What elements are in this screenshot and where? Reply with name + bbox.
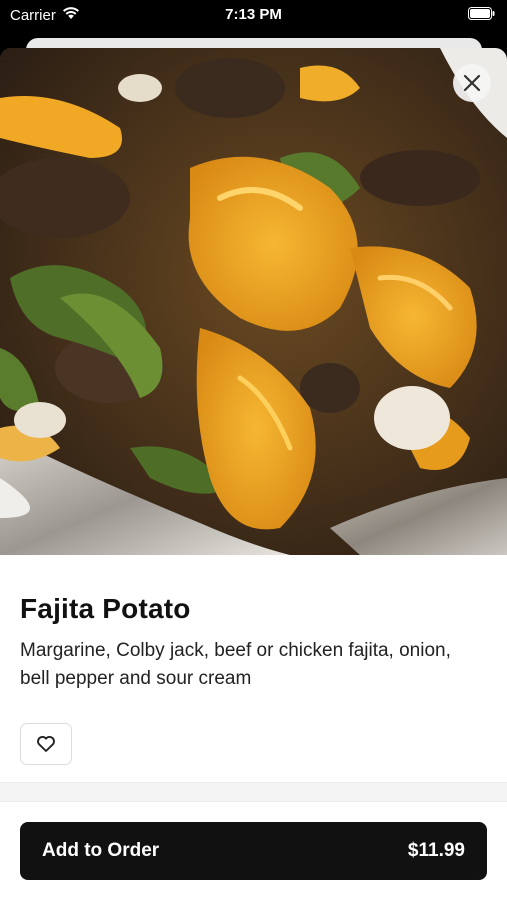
item-price: $11.99 (407, 840, 465, 861)
close-icon (463, 74, 481, 92)
battery-icon (468, 7, 495, 24)
add-to-order-button[interactable]: Add to Order $11.99 (20, 822, 487, 880)
food-photo (0, 48, 507, 555)
item-description: Margarine, Colby jack, beef or chicken f… (20, 640, 451, 689)
item-detail-sheet: Fajita Potato Margarine, Colby jack, bee… (0, 48, 507, 900)
heart-icon (37, 735, 55, 752)
section-divider (0, 782, 507, 802)
item-info: Fajita Potato Margarine, Colby jack, bee… (0, 555, 507, 765)
clock: 7:13 PM (225, 6, 282, 23)
item-title: Fajita Potato (20, 593, 191, 624)
favorite-button[interactable] (20, 723, 72, 765)
add-to-order-label: Add to Order (42, 840, 160, 861)
hero-image (0, 48, 507, 555)
status-bar: Carrier 7:13 PM (0, 0, 507, 28)
close-button[interactable] (453, 64, 491, 102)
